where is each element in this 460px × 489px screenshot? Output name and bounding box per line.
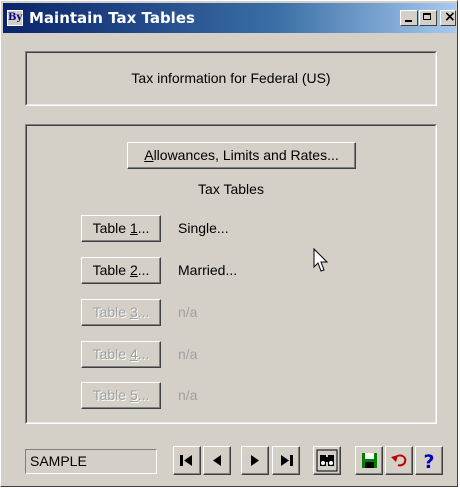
undo-button[interactable] bbox=[385, 446, 413, 475]
first-record-icon bbox=[180, 455, 192, 466]
app-icon: By bbox=[7, 10, 23, 26]
tax-info-panel: Tax information for Federal (US) bbox=[25, 51, 437, 106]
table-5-button: Table 5... bbox=[81, 382, 161, 409]
minimize-icon bbox=[405, 20, 412, 22]
close-button[interactable]: × bbox=[440, 10, 456, 26]
find-icon bbox=[316, 449, 338, 472]
table-1-key: 1 bbox=[129, 220, 138, 236]
table-1-prefix: Table bbox=[92, 220, 130, 236]
table-4-suffix: ... bbox=[137, 346, 150, 362]
help-button[interactable]: ? bbox=[415, 446, 443, 475]
table-1-description: Single... bbox=[178, 220, 229, 236]
save-icon bbox=[362, 453, 377, 468]
svg-text:?: ? bbox=[423, 451, 434, 473]
maintain-tax-tables-window: By Maintain Tax Tables × Tax information… bbox=[0, 0, 458, 487]
table-3-suffix: ... bbox=[137, 304, 150, 320]
minimize-button[interactable] bbox=[400, 10, 418, 26]
table-4-prefix: Table bbox=[92, 346, 130, 362]
table-2-suffix: ... bbox=[137, 262, 150, 278]
title-bar[interactable]: By Maintain Tax Tables × bbox=[3, 3, 456, 33]
table-3-prefix: Table bbox=[92, 304, 130, 320]
table-2-prefix: Table bbox=[92, 262, 130, 278]
first-record-button[interactable] bbox=[173, 446, 201, 475]
allowances-label: llowances, Limits and Rates... bbox=[153, 147, 339, 163]
table-4-key: 4 bbox=[129, 346, 138, 362]
close-icon: × bbox=[444, 10, 456, 25]
table-3-button: Table 3... bbox=[81, 299, 161, 326]
table-2-description: Married... bbox=[178, 262, 238, 278]
table-4-button: Table 4... bbox=[81, 341, 161, 368]
help-icon: ? bbox=[423, 451, 434, 473]
last-record-button[interactable] bbox=[272, 446, 300, 475]
tax-tables-heading: Tax Tables bbox=[198, 181, 264, 197]
find-button[interactable] bbox=[313, 446, 341, 475]
save-button[interactable] bbox=[355, 446, 383, 475]
table-2-key: 2 bbox=[129, 262, 138, 278]
last-record-icon bbox=[281, 455, 293, 466]
table-5-description: n/a bbox=[178, 387, 198, 403]
table-3-key: 3 bbox=[129, 304, 138, 320]
window-title: Maintain Tax Tables bbox=[29, 9, 195, 27]
previous-record-button[interactable] bbox=[203, 446, 231, 475]
table-4-description: n/a bbox=[178, 346, 198, 362]
table-1-button[interactable]: Table 1... bbox=[81, 215, 161, 242]
table-1-suffix: ... bbox=[137, 220, 150, 236]
table-5-key: 5 bbox=[129, 387, 138, 403]
next-record-icon bbox=[251, 455, 259, 466]
table-2-button[interactable]: Table 2... bbox=[81, 257, 161, 284]
tax-info-text: Tax information for Federal (US) bbox=[131, 70, 331, 86]
undo-icon bbox=[391, 454, 407, 467]
previous-record-icon bbox=[213, 455, 221, 466]
table-3-description: n/a bbox=[178, 304, 198, 320]
mouse-pointer-icon bbox=[313, 248, 329, 272]
record-name-field[interactable]: SAMPLE bbox=[25, 449, 157, 474]
next-record-button[interactable] bbox=[241, 446, 269, 475]
allowances-limits-rates-button[interactable]: Allowances, Limits and Rates... bbox=[127, 142, 356, 169]
maximize-icon bbox=[423, 13, 431, 20]
table-5-suffix: ... bbox=[137, 387, 150, 403]
maximize-button[interactable] bbox=[419, 10, 437, 26]
allowances-mnemonic: A bbox=[144, 147, 154, 163]
table-5-prefix: Table bbox=[92, 387, 130, 403]
